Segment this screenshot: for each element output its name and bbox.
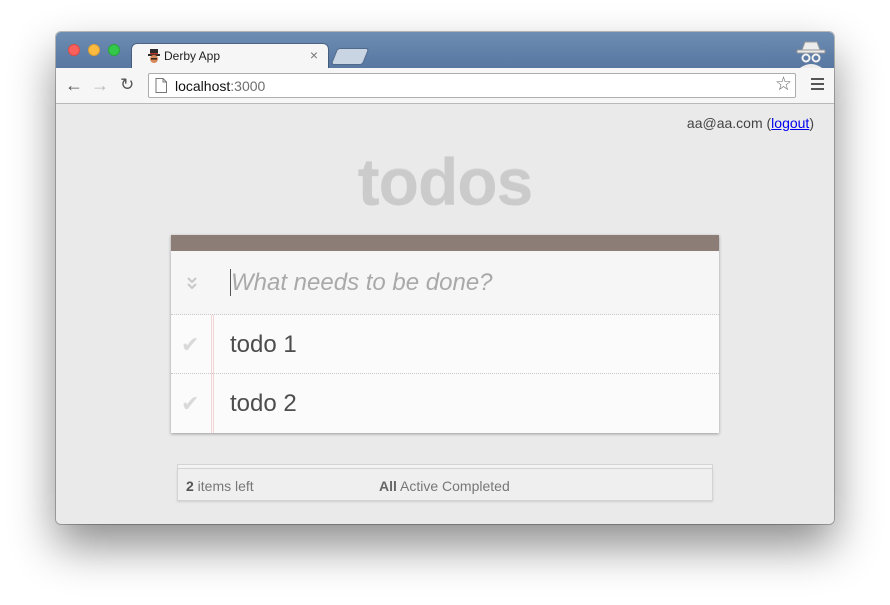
url-host: localhost (175, 78, 231, 94)
url-port: :3000 (230, 78, 266, 94)
new-todo-row (171, 251, 719, 315)
filter-completed[interactable]: Completed (442, 478, 510, 494)
derby-hat-icon (148, 49, 160, 63)
browser-toolbar: ← → ↻ localhost:3000 ☆ (56, 68, 834, 104)
forward-arrow-icon[interactable]: → (91, 75, 109, 95)
page-icon (155, 78, 167, 93)
new-todo-input[interactable] (227, 265, 701, 301)
todo-item: ✔ todo 2 (171, 374, 719, 433)
todo-checkbox-icon[interactable]: ✔ (181, 391, 199, 417)
incognito-icon (796, 41, 826, 68)
filter-all[interactable]: All (379, 478, 397, 494)
menu-icon[interactable] (811, 78, 824, 92)
filter-active[interactable]: Active (400, 478, 438, 494)
tab-derby-app[interactable]: Derby App × (132, 44, 328, 68)
toggle-all-icon[interactable] (185, 275, 199, 291)
items-left-count: 2 items left (186, 478, 254, 494)
title-bar: Derby App × (56, 32, 834, 68)
url-text[interactable]: localhost:3000 (175, 78, 265, 94)
back-arrow-icon[interactable]: ← (65, 75, 83, 95)
tab-close-icon[interactable]: × (310, 47, 318, 63)
page-title: todos (357, 145, 534, 219)
user-email: aa@aa.com (686, 115, 763, 131)
items-left-label: items left (193, 478, 254, 494)
logout-paren-open: ( (762, 115, 772, 131)
minimize-window-button[interactable] (88, 44, 100, 56)
address-bar[interactable]: localhost:3000 ☆ (148, 73, 796, 98)
page-content: aa@aa.com (logout) todos 2 items left Al… (56, 104, 834, 524)
todo-footer: 2 items left All Active Completed (177, 468, 713, 501)
new-tab-button[interactable] (330, 48, 370, 65)
browser-window: Derby App × ← → ↻ localhost:3000 ☆ aa@aa… (56, 32, 834, 524)
todo-checkbox-icon[interactable]: ✔ (181, 332, 199, 358)
close-window-button[interactable] (68, 44, 80, 56)
tab-title: Derby App (164, 49, 221, 63)
items-left-number: 2 (186, 478, 194, 494)
filters: All Active Completed (379, 478, 510, 494)
logout-paren-close: ) (809, 115, 814, 131)
todo-item: ✔ todo 1 (171, 315, 719, 374)
zoom-window-button[interactable] (108, 44, 120, 56)
bookmark-star-icon[interactable]: ☆ (775, 75, 792, 95)
todo-header-bar (171, 235, 719, 251)
logout-link[interactable]: logout (771, 115, 809, 131)
text-cursor (230, 269, 231, 296)
todo-app: ✔ todo 1 ✔ todo 2 (171, 235, 719, 433)
user-info: aa@aa.com (logout) (687, 115, 814, 131)
todo-label[interactable]: todo 2 (230, 390, 297, 418)
todo-label[interactable]: todo 1 (230, 331, 297, 359)
reload-icon[interactable]: ↻ (120, 75, 134, 95)
